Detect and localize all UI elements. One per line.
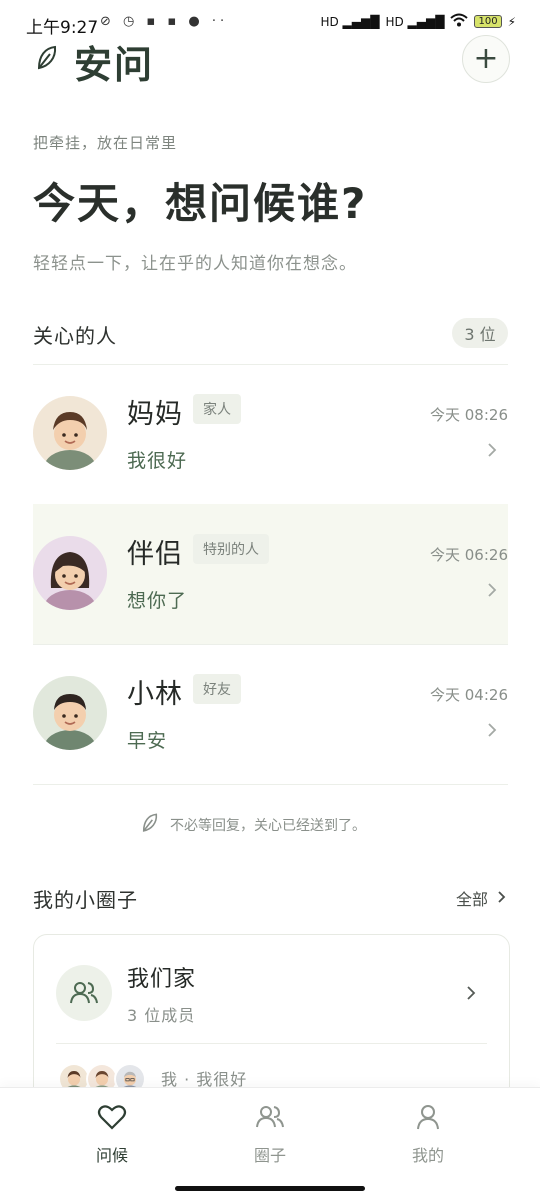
- chevron-right-icon: [482, 580, 502, 600]
- contact-tag: 家人: [193, 394, 241, 424]
- leaf-icon: [140, 812, 160, 838]
- contact-tag: 特别的人: [193, 534, 269, 564]
- circle-name: 我们家: [127, 967, 197, 992]
- contact-time: 今天 04:26: [430, 686, 508, 704]
- signal-icon: HD ▂▄▆█: [320, 14, 380, 29]
- avatar: [33, 676, 107, 750]
- chevron-right-icon: [482, 440, 502, 460]
- view-all-label: 全部: [456, 890, 489, 909]
- divider: [56, 1043, 487, 1044]
- subline: 轻轻点一下，让在乎的人知道你在想念。: [33, 254, 357, 274]
- page-headline: 今天，想问候谁?: [33, 179, 368, 228]
- contact-time: 今天 06:26: [430, 546, 508, 564]
- status-right-icons: HD ▂▄▆█ HD ▂▄▆█ 100 ⚡: [320, 13, 516, 30]
- home-indicator[interactable]: [175, 1186, 365, 1191]
- contact-row-xiaolin[interactable]: 小林 好友 早安 今天 04:26: [33, 644, 508, 784]
- contact-row-partner[interactable]: 伴侣 特别的人 想你了 今天 06:26: [33, 504, 508, 644]
- tab-label: 圈子: [253, 1146, 286, 1165]
- divider: [33, 784, 508, 785]
- chevron-right-icon: [461, 983, 481, 1003]
- group-icon: [56, 965, 112, 1021]
- heart-icon: [97, 1102, 127, 1136]
- chevron-right-icon: [496, 889, 508, 908]
- contact-row-mom[interactable]: 妈妈 家人 我很好 今天 08:26: [33, 364, 508, 504]
- contact-time: 今天 08:26: [430, 406, 508, 424]
- bottom-nav: 问候 圈子 我的: [0, 1087, 540, 1201]
- contacts-count-badge: 3 位: [452, 318, 508, 348]
- circles-section-title: 我的小圈子: [33, 888, 138, 912]
- leaf-icon: [36, 44, 58, 72]
- contact-name: 伴侣: [127, 539, 183, 570]
- signal-icon-2: HD ▂▄▆█: [385, 14, 445, 29]
- tagline: 把牵挂，放在日常里: [33, 134, 178, 152]
- avatar: [33, 396, 107, 470]
- contacts-section-title: 关心的人: [33, 324, 117, 348]
- tab-label: 问候: [95, 1146, 128, 1165]
- contact-message: 想你了: [127, 590, 188, 612]
- status-notification-icons: ⊘ ◷ ▪ ▪ ● ··: [100, 14, 229, 29]
- charging-icon: ⚡: [507, 14, 516, 29]
- avatar: [33, 536, 107, 610]
- circle-member-count: 3 位成员: [127, 1006, 196, 1025]
- view-all-link[interactable]: 全部: [456, 886, 508, 910]
- tab-label: 我的: [411, 1146, 444, 1165]
- battery-icon: 100: [474, 15, 502, 28]
- app-title: 安问: [74, 43, 155, 87]
- plus-icon: +: [473, 41, 499, 76]
- chevron-right-icon: [482, 720, 502, 740]
- reply-note: 不必等回复，关心已经送到了。: [140, 812, 366, 838]
- group-icon: [255, 1102, 285, 1136]
- add-button[interactable]: +: [462, 35, 510, 83]
- tab-greet[interactable]: 问候: [52, 1102, 172, 1166]
- contact-message: 早安: [127, 730, 168, 752]
- tab-circles[interactable]: 圈子: [210, 1102, 330, 1166]
- contact-message: 我很好: [127, 450, 188, 472]
- contact-name: 妈妈: [127, 399, 183, 430]
- contact-tag: 好友: [193, 674, 241, 704]
- contact-name: 小林: [127, 679, 183, 710]
- reply-note-text: 不必等回复，关心已经送到了。: [170, 818, 366, 834]
- user-icon: [413, 1102, 443, 1136]
- tab-me[interactable]: 我的: [368, 1102, 488, 1166]
- wifi-icon: [450, 13, 469, 30]
